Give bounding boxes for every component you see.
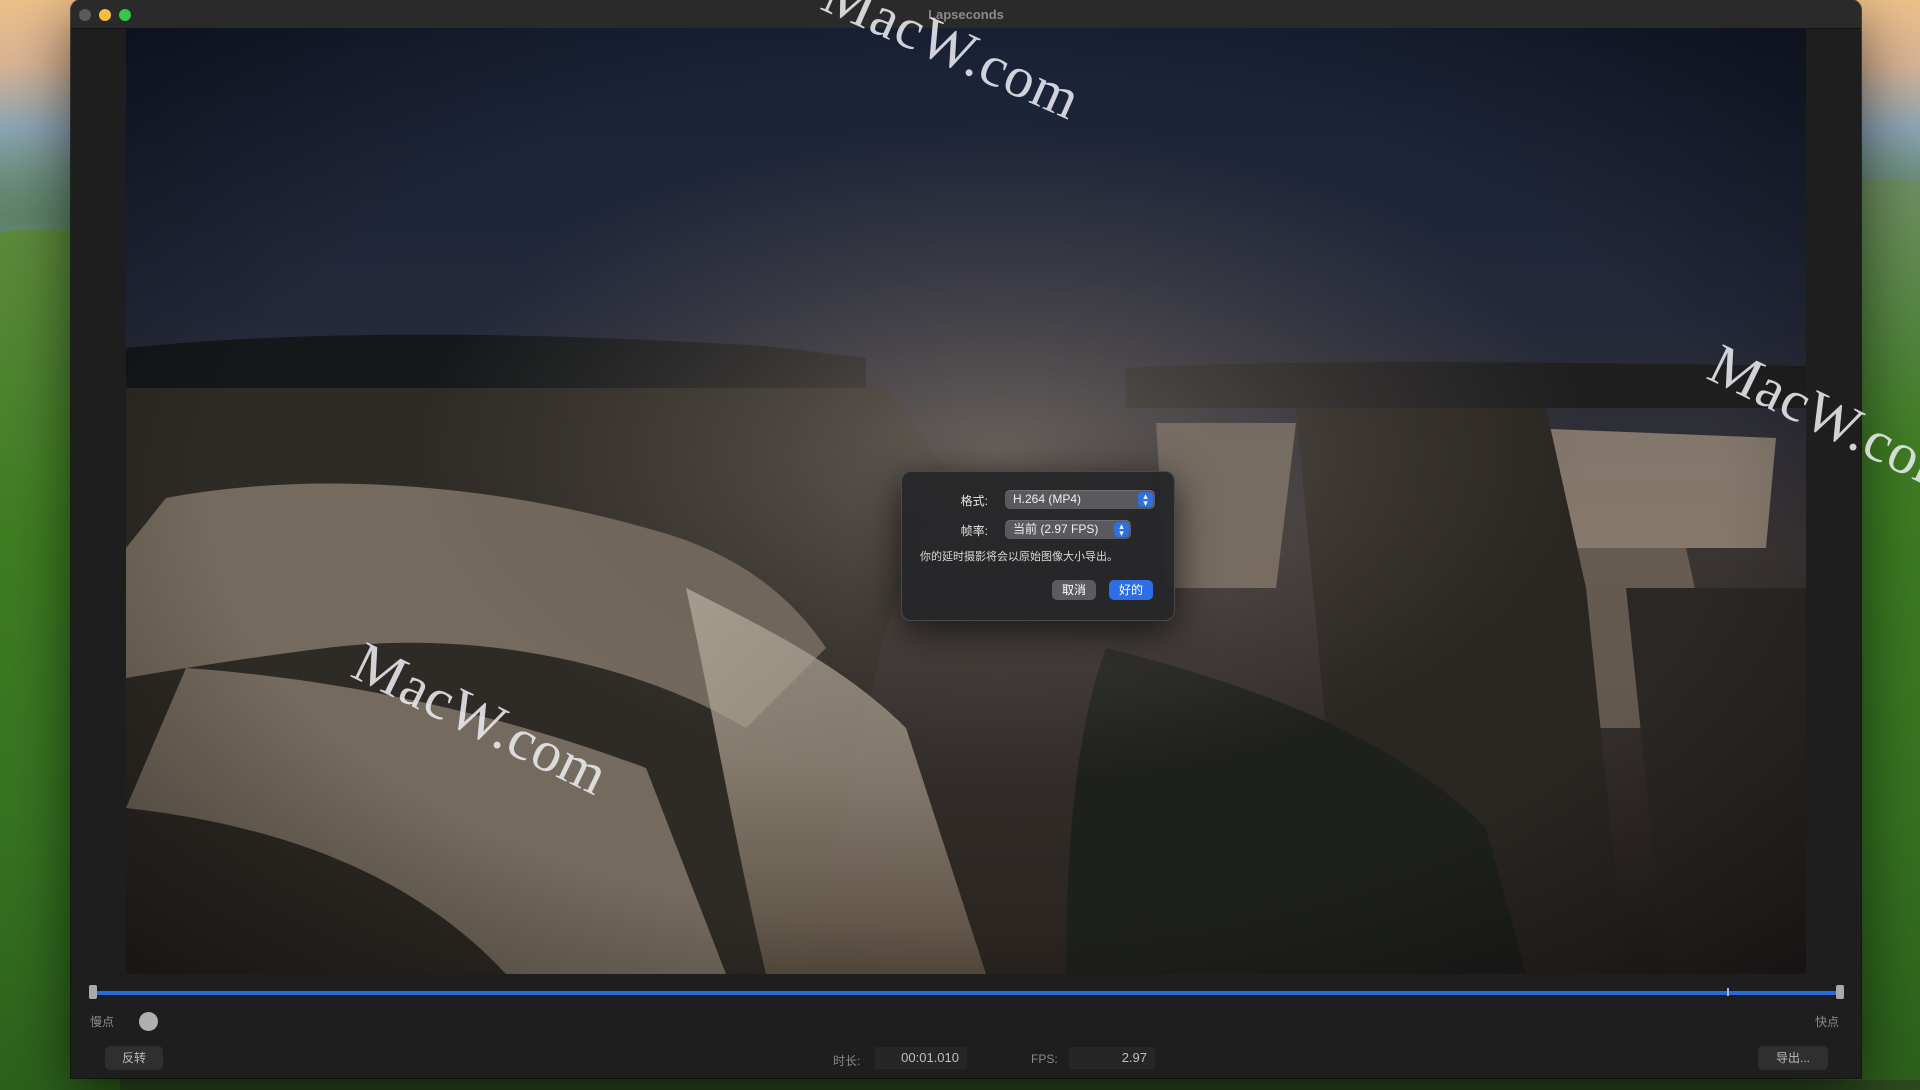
format-popup-value: H.264 (MP4) bbox=[1013, 492, 1082, 506]
format-popup[interactable]: H.264 (MP4) ▴ ▾ bbox=[1005, 490, 1155, 509]
fps-label: FPS: bbox=[1031, 1052, 1058, 1066]
app-window: Lapseconds 格式: H.264 (MP4) ▴ ▾ 帧率: 当前 (2… bbox=[71, 0, 1861, 1078]
cancel-button[interactable]: 取消 bbox=[1052, 580, 1096, 600]
slower-label: 慢点 bbox=[90, 1015, 115, 1029]
export-dialog: 格式: H.264 (MP4) ▴ ▾ 帧率: 当前 (2.97 FPS) ▴ ▾ … bbox=[901, 471, 1175, 621]
trim-start-handle[interactable] bbox=[89, 985, 97, 999]
framerate-popup-value: 当前 (2.97 FPS) bbox=[1013, 522, 1099, 536]
chevron-updown-icon: ▴ ▾ bbox=[1138, 492, 1153, 508]
export-button[interactable]: 导出... bbox=[1758, 1046, 1828, 1070]
faster-label: 快点 bbox=[1815, 1015, 1840, 1029]
timeline-marker bbox=[1727, 988, 1729, 996]
chevron-updown-icon: ▴ ▾ bbox=[1114, 522, 1129, 538]
format-label: 格式: bbox=[960, 494, 988, 508]
duration-field: 00:01.010 bbox=[875, 1047, 967, 1069]
duration-label: 时长: bbox=[833, 1054, 861, 1068]
ok-button[interactable]: 好的 bbox=[1109, 580, 1153, 600]
export-message: 你的延时摄影将会以原始图像大小导出。 bbox=[920, 551, 1118, 563]
timeline-track[interactable] bbox=[93, 991, 1839, 995]
framerate-label: 帧率: bbox=[960, 524, 988, 538]
framerate-popup[interactable]: 当前 (2.97 FPS) ▴ ▾ bbox=[1005, 520, 1131, 539]
playback-controls: 慢点 快点 反转 时长: 00:01.010 FPS: 2.97 导出... bbox=[71, 974, 1861, 1078]
fps-field[interactable]: 2.97 bbox=[1069, 1047, 1155, 1069]
speed-slider-knob[interactable] bbox=[139, 1012, 158, 1031]
trim-end-handle[interactable] bbox=[1836, 985, 1844, 999]
reverse-button[interactable]: 反转 bbox=[105, 1046, 163, 1070]
